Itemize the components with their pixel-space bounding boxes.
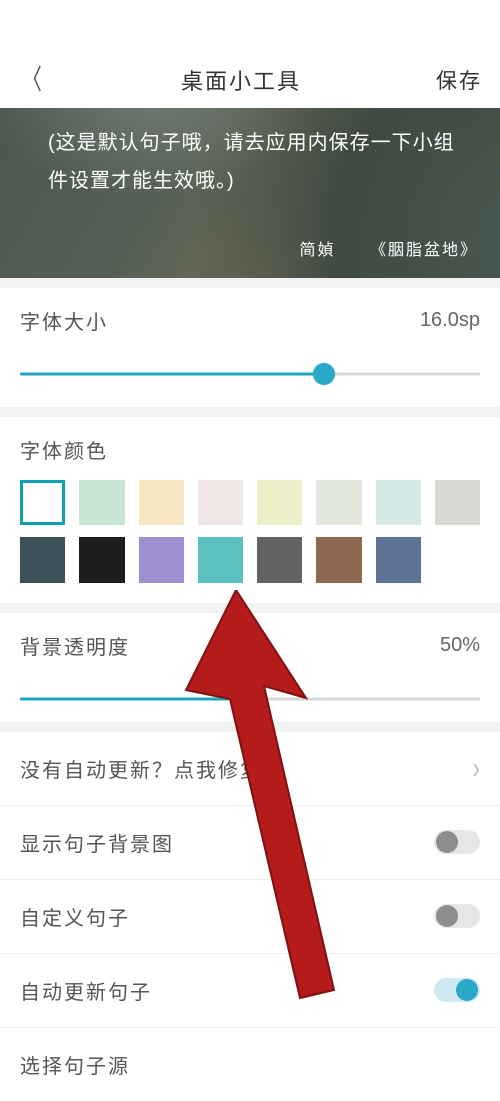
color-swatch[interactable]	[198, 537, 243, 582]
bg-opacity-value: 50%	[440, 634, 480, 657]
auto-update-label: 自动更新句子	[20, 976, 152, 1005]
color-swatch[interactable]	[316, 480, 361, 525]
preview-book: 《胭脂盆地》	[370, 242, 478, 259]
color-swatch[interactable]	[139, 537, 184, 582]
back-icon[interactable]: 〈	[22, 66, 42, 94]
chevron-right-icon: ›	[473, 750, 480, 786]
color-swatch[interactable]	[376, 480, 421, 525]
auto-update-toggle[interactable]	[434, 978, 480, 1002]
auto-update-row: 自动更新句子	[0, 953, 500, 1027]
color-swatch[interactable]	[20, 480, 65, 525]
page-title: 桌面小工具	[46, 64, 436, 96]
font-size-value: 16.0sp	[420, 309, 480, 332]
save-button[interactable]: 保存	[436, 65, 482, 95]
color-swatch[interactable]	[257, 480, 302, 525]
select-source-row[interactable]: 选择句子源	[0, 1027, 500, 1101]
custom-sentence-toggle[interactable]	[434, 904, 480, 928]
bg-opacity-slider[interactable]	[20, 686, 480, 712]
custom-sentence-label: 自定义句子	[20, 902, 130, 931]
slider-thumb-icon[interactable]	[313, 363, 335, 385]
color-swatch[interactable]	[376, 537, 421, 582]
color-swatch[interactable]	[79, 537, 124, 582]
auto-update-fix-row[interactable]: 没有自动更新？点我修复 ›	[0, 732, 500, 805]
font-color-section: 字体颜色	[0, 417, 500, 603]
color-swatch[interactable]	[435, 480, 480, 525]
color-swatch[interactable]	[198, 480, 243, 525]
preview-attribution: 简媜 《胭脂盆地》	[300, 236, 478, 260]
auto-update-fix-label: 没有自动更新？点我修复	[20, 754, 262, 783]
bg-opacity-label: 背景透明度	[20, 631, 130, 660]
color-swatch[interactable]	[20, 537, 65, 582]
custom-sentence-row: 自定义句子	[0, 879, 500, 953]
color-swatch-grid	[20, 480, 480, 583]
color-swatch[interactable]	[316, 537, 361, 582]
header: 〈 桌面小工具 保存	[0, 52, 500, 108]
select-source-label: 选择句子源	[20, 1050, 130, 1079]
font-size-label: 字体大小	[20, 306, 108, 335]
color-swatch[interactable]	[79, 480, 124, 525]
show-bg-label: 显示句子背景图	[20, 828, 174, 857]
widget-preview: (这是默认句子哦，请去应用内保存一下小组件设置才能生效哦。) 简媜 《胭脂盆地》	[0, 108, 500, 278]
preview-author: 简媜	[300, 242, 336, 259]
bg-opacity-section: 背景透明度 50%	[0, 613, 500, 722]
slider-thumb-icon[interactable]	[239, 688, 261, 710]
color-swatch[interactable]	[257, 537, 302, 582]
font-size-section: 字体大小 16.0sp	[0, 288, 500, 407]
preview-sentence: (这是默认句子哦，请去应用内保存一下小组件设置才能生效哦。)	[48, 124, 470, 200]
show-bg-row: 显示句子背景图	[0, 805, 500, 879]
color-swatch[interactable]	[139, 480, 184, 525]
font-size-slider[interactable]	[20, 361, 480, 387]
show-bg-toggle[interactable]	[434, 830, 480, 854]
font-color-label: 字体颜色	[20, 435, 480, 464]
